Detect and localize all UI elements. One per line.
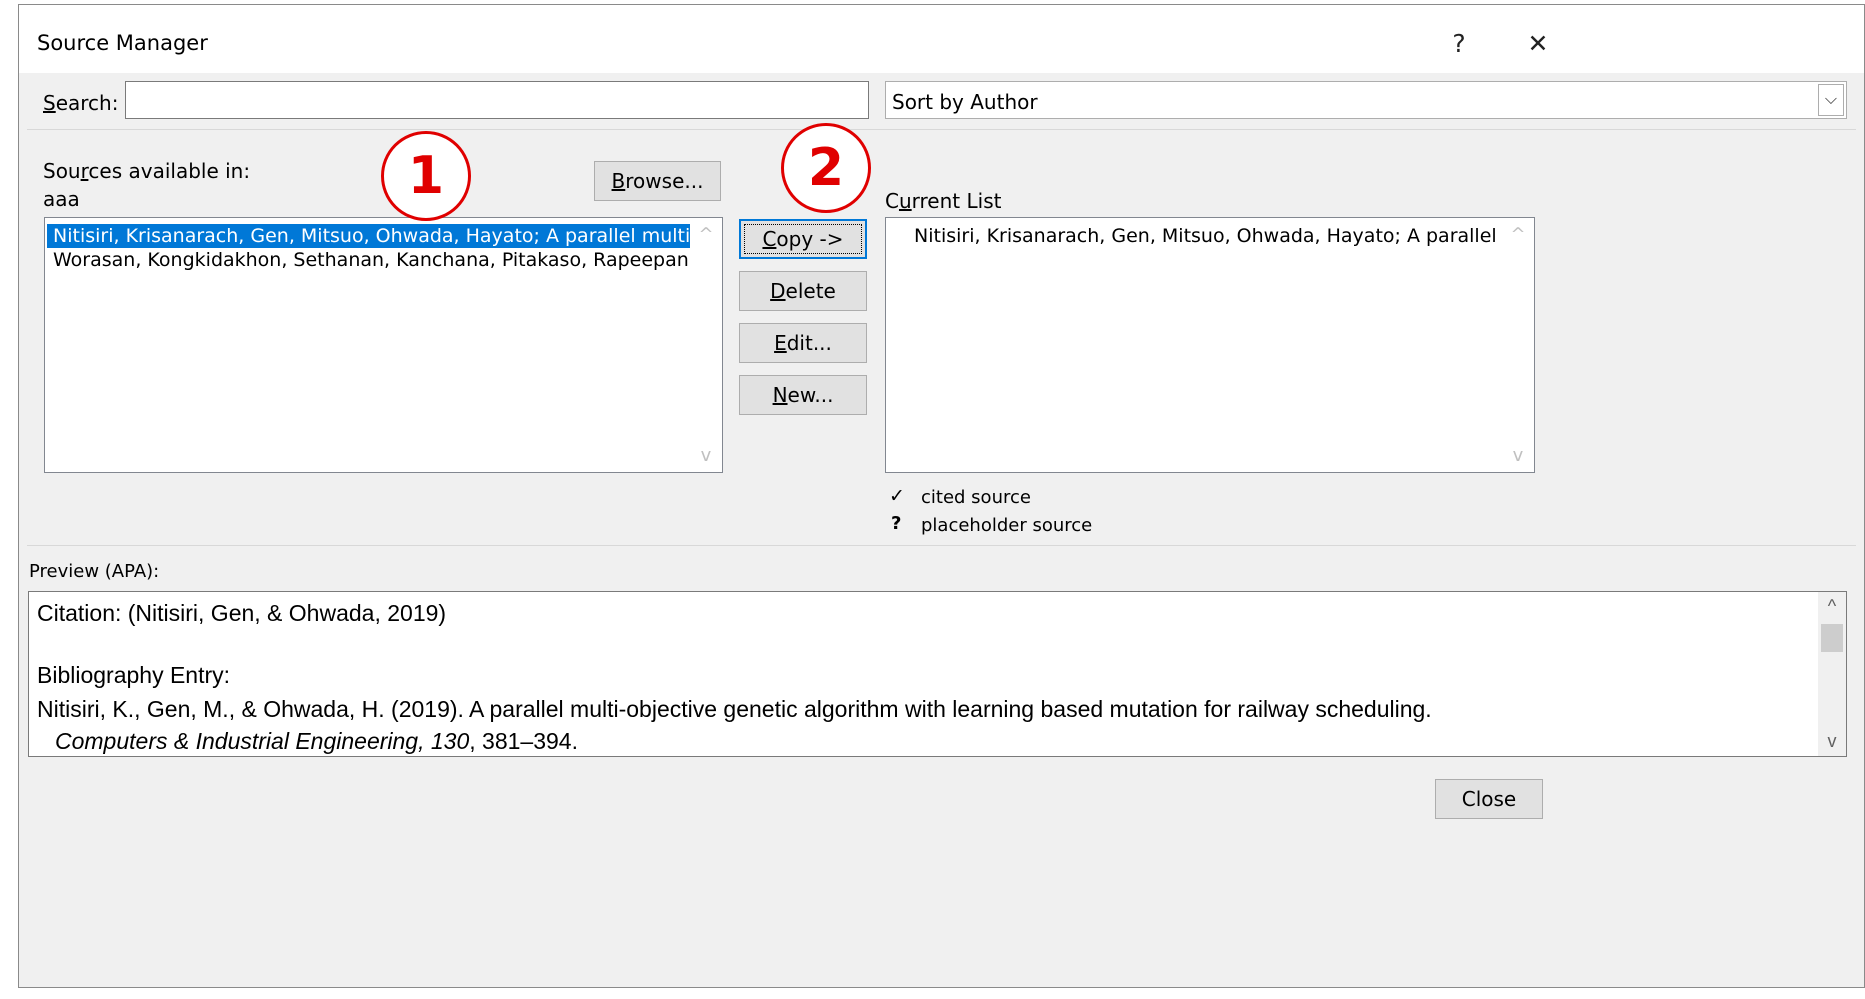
chevron-down-icon[interactable]: ⌵ [1818, 84, 1844, 116]
preview-citation: Citation: (Nitisiri, Gen, & Ohwada, 2019… [37, 600, 447, 626]
preview-bibliography-heading: Bibliography Entry: [37, 662, 231, 688]
browse-button[interactable]: Browse... [594, 161, 721, 201]
preview-label: Preview (APA): [29, 561, 160, 582]
annotation-marker-2: 2 [781, 123, 871, 213]
placeholder-source-label: placeholder source [921, 515, 1093, 536]
close-button[interactable]: Close [1435, 779, 1543, 819]
scroll-up-icon[interactable]: ^ [690, 224, 722, 245]
edit-button[interactable]: Edit... [739, 323, 867, 363]
title-bar: Source Manager ? ✕ [19, 5, 1864, 73]
new-button[interactable]: New... [739, 375, 867, 415]
separator-top [27, 129, 1856, 130]
source-manager-dialog: Source Manager ? ✕ Search: Sort by Autho… [18, 4, 1865, 988]
scroll-down-icon[interactable]: v [1818, 731, 1846, 752]
delete-button[interactable]: Delete [739, 271, 867, 311]
current-list[interactable]: Nitisiri, Krisanarach, Gen, Mitsuo, Ohwa… [885, 217, 1535, 473]
source-location: aaa [43, 187, 80, 211]
scrollbar[interactable]: ^ v [690, 218, 722, 472]
scrollbar[interactable]: ^ v [1502, 218, 1534, 472]
list-item[interactable]: Worasan, Kongkidakhon, Sethanan, Kanchan… [53, 248, 690, 272]
sources-available-label: Sources available in: [43, 159, 251, 183]
check-icon: ✓ [889, 485, 905, 507]
sources-available-list[interactable]: Nitisiri, Krisanarach, Gen, Mitsuo, Ohwa… [44, 217, 723, 473]
search-label: Search: [43, 91, 119, 115]
current-list-label: Current List [885, 189, 1002, 213]
help-button[interactable]: ? [1429, 19, 1489, 69]
scroll-down-icon[interactable]: v [1502, 445, 1534, 466]
preview-bibliography-line: Nitisiri, K., Gen, M., & Ohwada, H. (201… [37, 696, 1432, 722]
annotation-marker-1: 1 [381, 131, 471, 221]
copy-button[interactable]: Copy -> [739, 219, 867, 259]
question-icon: ? [891, 513, 902, 534]
scroll-up-icon[interactable]: ^ [1502, 224, 1534, 245]
scroll-up-icon[interactable]: ^ [1818, 596, 1846, 617]
cited-source-label: cited source [921, 487, 1031, 508]
scroll-down-icon[interactable]: v [690, 445, 722, 466]
preview-pane: Citation: (Nitisiri, Gen, & Ohwada, 2019… [28, 591, 1847, 757]
sort-select[interactable]: Sort by Author ⌵ [885, 81, 1847, 119]
scroll-thumb[interactable] [1821, 624, 1843, 652]
sort-selected-value: Sort by Author [892, 90, 1038, 114]
close-x-button[interactable]: ✕ [1508, 19, 1568, 69]
preview-scrollbar[interactable]: ^ v [1818, 592, 1846, 756]
list-item[interactable]: Nitisiri, Krisanarach, Gen, Mitsuo, Ohwa… [914, 224, 1502, 248]
list-item[interactable]: Nitisiri, Krisanarach, Gen, Mitsuo, Ohwa… [47, 224, 690, 248]
preview-bibliography-source: Computers & Industrial Engineering, 130,… [55, 728, 578, 754]
separator-bottom [27, 545, 1856, 546]
search-input[interactable] [125, 81, 869, 119]
dialog-title: Source Manager [37, 31, 208, 55]
